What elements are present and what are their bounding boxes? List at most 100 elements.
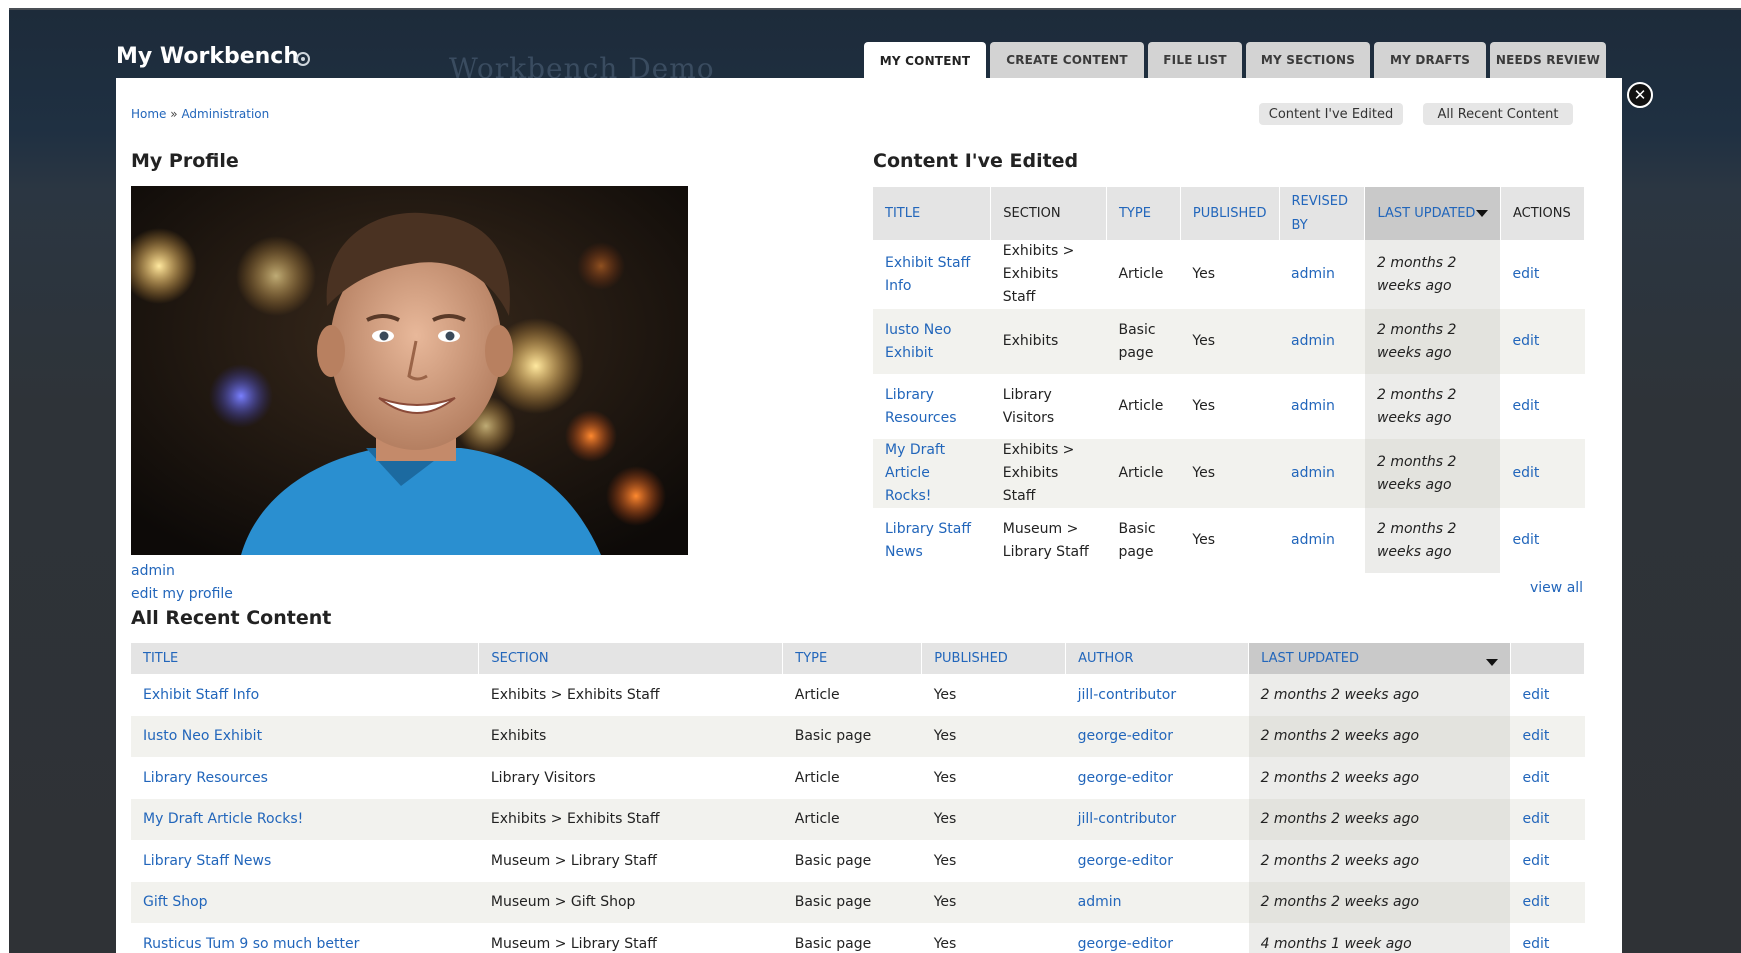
row-type: Article xyxy=(1106,240,1181,309)
row-title-link[interactable]: Library Resources xyxy=(885,387,957,426)
row-edit-link[interactable]: edit xyxy=(1522,687,1549,703)
table-row: Library Resources Library Visitors Artic… xyxy=(131,757,1585,799)
col-published[interactable]: Published xyxy=(921,643,1067,674)
row-author-link[interactable]: jill-contributor xyxy=(1078,811,1176,827)
row-type: Article xyxy=(782,757,922,799)
row-author-link[interactable]: admin xyxy=(1078,894,1122,910)
row-author-link[interactable]: george-editor xyxy=(1078,770,1173,786)
row-type: Basic page xyxy=(782,840,922,882)
row-title-link[interactable]: Gift Shop xyxy=(143,894,208,910)
row-title-link[interactable]: Iusto Neo Exhibit xyxy=(885,322,951,361)
row-updated: 2 months 2 weeks ago xyxy=(1376,321,1457,361)
col-section[interactable]: Section xyxy=(478,643,784,674)
row-revised-by-link[interactable]: admin xyxy=(1291,398,1335,414)
col-title[interactable]: Title xyxy=(873,187,992,240)
col-actions: Actions xyxy=(1500,187,1586,240)
col-last-updated[interactable]: Last updated xyxy=(1364,187,1501,240)
table-row: Iusto Neo Exhibit Exhibits Basic page Ye… xyxy=(873,309,1585,374)
row-section: Exhibits > Exhibits Staff xyxy=(478,674,783,716)
row-author-link[interactable]: jill-contributor xyxy=(1078,687,1176,703)
content-edited-table: Title Section Type Published Revised by … xyxy=(873,187,1586,573)
row-edit-link[interactable]: edit xyxy=(1512,398,1539,414)
tab-my-content[interactable]: My Content xyxy=(864,42,986,80)
col-type[interactable]: Type xyxy=(782,643,923,674)
row-published: Yes xyxy=(921,715,1066,757)
row-author-link[interactable]: george-editor xyxy=(1078,853,1173,869)
col-type[interactable]: Type xyxy=(1106,187,1181,240)
tab-needs-review[interactable]: Needs Review xyxy=(1490,42,1606,78)
col-title[interactable]: Title xyxy=(131,643,480,674)
row-updated: 2 months 2 weeks ago xyxy=(1260,852,1420,869)
row-published: Yes xyxy=(1180,439,1280,508)
row-author-link[interactable]: george-editor xyxy=(1078,728,1173,744)
row-edit-link[interactable]: edit xyxy=(1512,532,1539,548)
row-section: Museum > Gift Shop xyxy=(478,881,783,923)
tab-create-content[interactable]: Create Content xyxy=(990,42,1144,78)
row-updated: 2 months 2 weeks ago xyxy=(1376,254,1457,294)
row-updated: 2 months 2 weeks ago xyxy=(1260,811,1420,828)
row-updated: 2 months 2 weeks ago xyxy=(1260,769,1420,786)
col-section: Section xyxy=(990,187,1107,240)
content-edited-heading: Content I've Edited xyxy=(873,150,1079,172)
row-author-link[interactable]: george-editor xyxy=(1078,936,1173,952)
table-header-row: Title Section Type Published Author Last… xyxy=(131,643,1586,674)
all-recent-heading: All Recent Content xyxy=(131,607,332,629)
row-edit-link[interactable]: edit xyxy=(1522,894,1549,910)
row-revised-by-link[interactable]: admin xyxy=(1291,333,1335,349)
row-published: Yes xyxy=(921,881,1066,923)
row-updated: 2 months 2 weeks ago xyxy=(1376,386,1457,426)
shortcut-icon[interactable] xyxy=(296,52,310,66)
close-overlay-button[interactable]: ✕ xyxy=(1627,82,1653,108)
breadcrumb-home[interactable]: Home xyxy=(131,107,166,121)
row-title-link[interactable]: Library Staff News xyxy=(143,853,271,869)
row-edit-link[interactable]: edit xyxy=(1512,333,1539,349)
breadcrumb-separator: » xyxy=(170,107,178,121)
overlay-title: My Workbench xyxy=(116,44,300,69)
table-row: Rusticus Tum 9 so much better Museum > L… xyxy=(131,923,1585,953)
my-profile-heading: My Profile xyxy=(131,150,239,172)
col-published[interactable]: Published xyxy=(1180,187,1280,240)
row-title-link[interactable]: Library Resources xyxy=(143,770,268,786)
row-published: Yes xyxy=(921,798,1066,840)
col-last-updated[interactable]: Last updated xyxy=(1248,643,1511,674)
row-section: Museum > Library Staff xyxy=(478,923,783,953)
profile-photo xyxy=(131,186,688,555)
table-row: Library Staff News Museum > Library Staf… xyxy=(873,508,1585,573)
row-title-link[interactable]: Exhibit Staff Info xyxy=(143,687,259,703)
all-recent-shortcut-button[interactable]: All Recent Content xyxy=(1423,103,1573,125)
row-edit-link[interactable]: edit xyxy=(1522,811,1549,827)
tab-my-sections[interactable]: My Sections xyxy=(1246,42,1370,78)
row-title-link[interactable]: My Draft Article Rocks! xyxy=(143,811,303,827)
row-revised-by-link[interactable]: admin xyxy=(1291,532,1335,548)
row-edit-link[interactable]: edit xyxy=(1522,936,1549,952)
edit-profile-link[interactable]: edit my profile xyxy=(131,586,233,602)
view-all-link[interactable]: view all xyxy=(1530,580,1583,596)
row-title-link[interactable]: Rusticus Tum 9 so much better xyxy=(143,936,359,952)
row-type: Basic page xyxy=(782,715,922,757)
row-type: Basic page xyxy=(782,923,922,953)
row-edit-link[interactable]: edit xyxy=(1512,266,1539,282)
breadcrumb-administration[interactable]: Administration xyxy=(181,107,269,121)
col-revised-by[interactable]: Revised by xyxy=(1279,187,1366,240)
content-edited-shortcut-button[interactable]: Content I've Edited xyxy=(1259,103,1403,125)
row-updated: 2 months 2 weeks ago xyxy=(1376,453,1457,493)
table-row: Library Resources Library Visitors Artic… xyxy=(873,374,1585,439)
row-edit-link[interactable]: edit xyxy=(1522,728,1549,744)
row-title-link[interactable]: Exhibit Staff Info xyxy=(885,255,970,294)
row-published: Yes xyxy=(921,923,1066,953)
tab-my-drafts[interactable]: My Drafts xyxy=(1374,42,1486,78)
profile-username-link[interactable]: admin xyxy=(131,563,175,579)
tab-file-list[interactable]: File List xyxy=(1148,42,1242,78)
row-revised-by-link[interactable]: admin xyxy=(1291,465,1335,481)
row-edit-link[interactable]: edit xyxy=(1522,770,1549,786)
row-title-link[interactable]: My Draft Article Rocks! xyxy=(885,442,945,504)
table-row: Exhibit Staff Info Exhibits > Exhibits S… xyxy=(873,240,1585,309)
row-section: Exhibits > Exhibits Staff xyxy=(990,240,1107,309)
row-edit-link[interactable]: edit xyxy=(1512,465,1539,481)
row-title-link[interactable]: Library Staff News xyxy=(885,521,971,560)
row-revised-by-link[interactable]: admin xyxy=(1291,266,1335,282)
row-updated: 2 months 2 weeks ago xyxy=(1260,894,1420,911)
row-edit-link[interactable]: edit xyxy=(1522,853,1549,869)
row-title-link[interactable]: Iusto Neo Exhibit xyxy=(143,728,262,744)
col-author[interactable]: Author xyxy=(1065,643,1250,674)
